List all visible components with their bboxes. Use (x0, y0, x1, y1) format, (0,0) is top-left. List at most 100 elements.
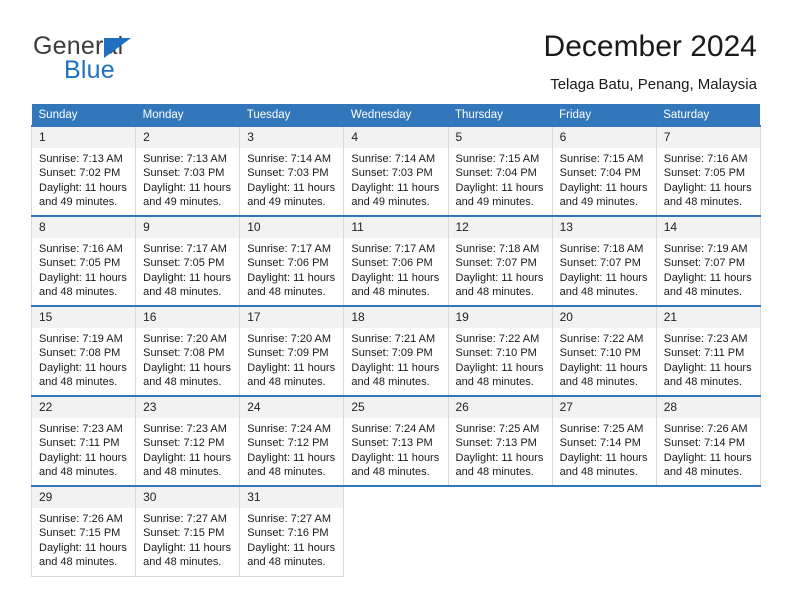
calendar-day-cell[interactable]: 23 Sunrise: 7:23 AM Sunset: 7:12 PM Dayligh… (135, 395, 241, 486)
calendar-day-cell[interactable]: 22 Sunrise: 7:23 AM Sunset: 7:11 PM Dayligh… (30, 395, 137, 486)
daylight-text-line2: and 48 minutes. (559, 285, 638, 298)
day-details: Sunrise: 7:16 AM Sunset: 7:05 PM Daylight:… (32, 238, 135, 299)
day-details: Sunrise: 7:13 AM Sunset: 7:03 PM Daylight:… (136, 148, 239, 209)
sunset-text: Sunset: 7:04 PM (559, 167, 641, 180)
calendar-day-cell[interactable]: 16 Sunrise: 7:20 AM Sunset: 7:08 PM Dayligh… (135, 305, 241, 396)
calendar-day-cell[interactable]: 5 Sunrise: 7:15 AM Sunset: 7:04 PM Daylight… (447, 125, 553, 216)
daylight-text-line1: Daylight: 11 hours (247, 361, 336, 374)
daylight-text-line1: Daylight: 11 hours (351, 181, 440, 194)
day-details: Sunrise: 7:21 AM Sunset: 7:09 PM Daylight:… (344, 328, 447, 389)
weekday-header-monday: Monday (135, 104, 240, 126)
sunrise-text: Sunrise: 7:18 AM (455, 243, 540, 255)
sunset-text: Sunset: 7:05 PM (663, 167, 746, 180)
page-header: General Blue December 2024 Telaga Batu, … (0, 0, 792, 104)
calendar-body: 1 Sunrise: 7:13 AM Sunset: 7:02 PM Daylight… (30, 125, 761, 577)
day-number: 23 (136, 397, 240, 418)
sunset-text: Sunset: 7:05 PM (143, 257, 225, 270)
sunset-text: Sunset: 7:06 PM (351, 257, 433, 270)
sunset-text: Sunset: 7:14 PM (559, 437, 641, 450)
calendar-day-cell[interactable]: 27 Sunrise: 7:25 AM Sunset: 7:14 PM Dayligh… (551, 395, 657, 486)
sunset-text: Sunset: 7:05 PM (39, 257, 121, 270)
day-details: Sunrise: 7:15 AM Sunset: 7:04 PM Daylight:… (553, 148, 656, 209)
sunset-text: Sunset: 7:09 PM (351, 347, 433, 360)
day-number: 15 (32, 307, 136, 328)
calendar-day-cell[interactable]: 26 Sunrise: 7:25 AM Sunset: 7:13 PM Dayligh… (447, 395, 553, 486)
calendar-day-cell-empty (656, 485, 761, 576)
calendar-day-cell[interactable]: 12 Sunrise: 7:18 AM Sunset: 7:07 PM Dayligh… (447, 215, 553, 306)
daylight-text-line1: Daylight: 11 hours (663, 271, 752, 284)
daylight-text-line2: and 48 minutes. (39, 375, 118, 388)
daylight-text-line2: and 48 minutes. (455, 285, 534, 298)
calendar-day-cell[interactable]: 11 Sunrise: 7:17 AM Sunset: 7:06 PM Dayligh… (343, 215, 449, 306)
day-number: 4 (344, 127, 448, 148)
day-details: Sunrise: 7:26 AM Sunset: 7:14 PM Daylight:… (657, 418, 760, 479)
weekday-header-tuesday: Tuesday (239, 104, 344, 126)
daylight-text-line2: and 48 minutes. (351, 465, 430, 478)
sunset-text: Sunset: 7:09 PM (247, 347, 329, 360)
calendar-day-cell[interactable]: 10 Sunrise: 7:17 AM Sunset: 7:06 PM Dayligh… (239, 215, 345, 306)
sunrise-text: Sunrise: 7:15 AM (559, 153, 644, 165)
sunrise-text: Sunrise: 7:21 AM (351, 333, 436, 345)
page-title: December 2024 (543, 30, 757, 63)
calendar-day-cell[interactable]: 6 Sunrise: 7:15 AM Sunset: 7:04 PM Daylight… (551, 125, 657, 216)
calendar-day-cell[interactable]: 25 Sunrise: 7:24 AM Sunset: 7:13 PM Dayligh… (343, 395, 449, 486)
daylight-text-line2: and 49 minutes. (247, 195, 326, 208)
day-number: 12 (448, 217, 552, 238)
calendar-day-cell[interactable]: 9 Sunrise: 7:17 AM Sunset: 7:05 PM Daylight… (135, 215, 241, 306)
daylight-text-line1: Daylight: 11 hours (455, 451, 544, 464)
calendar-day-cell[interactable]: 20 Sunrise: 7:22 AM Sunset: 7:10 PM Dayligh… (551, 305, 657, 396)
general-blue-logo[interactable]: General Blue (33, 32, 233, 88)
calendar-day-cell[interactable]: 14 Sunrise: 7:19 AM Sunset: 7:07 PM Dayligh… (655, 215, 761, 306)
calendar-day-cell[interactable]: 4 Sunrise: 7:14 AM Sunset: 7:03 PM Daylight… (343, 125, 449, 216)
sunrise-text: Sunrise: 7:19 AM (663, 243, 748, 255)
calendar-day-cell[interactable]: 24 Sunrise: 7:24 AM Sunset: 7:12 PM Dayligh… (239, 395, 345, 486)
sunset-text: Sunset: 7:13 PM (351, 437, 433, 450)
calendar-day-cell-empty (552, 485, 657, 576)
calendar-day-cell[interactable]: 19 Sunrise: 7:22 AM Sunset: 7:10 PM Dayligh… (447, 305, 553, 396)
sunrise-text: Sunrise: 7:23 AM (663, 333, 748, 345)
day-details: Sunrise: 7:14 AM Sunset: 7:03 PM Daylight:… (344, 148, 447, 209)
day-number: 11 (344, 217, 448, 238)
sunrise-text: Sunrise: 7:20 AM (247, 333, 332, 345)
calendar-table: Sunday Monday Tuesday Wednesday Thursday… (30, 104, 761, 577)
calendar-day-cell-empty (448, 485, 553, 576)
daylight-text-line2: and 48 minutes. (247, 555, 326, 568)
sunset-text: Sunset: 7:11 PM (663, 347, 745, 360)
sunrise-text: Sunrise: 7:16 AM (663, 153, 748, 165)
calendar-day-cell[interactable]: 15 Sunrise: 7:19 AM Sunset: 7:08 PM Dayligh… (30, 305, 137, 396)
calendar-week-row: 29 Sunrise: 7:26 AM Sunset: 7:15 PM Dayligh… (30, 485, 761, 577)
calendar-day-cell[interactable]: 30 Sunrise: 7:27 AM Sunset: 7:15 PM Dayligh… (135, 485, 241, 577)
daylight-text-line1: Daylight: 11 hours (559, 361, 648, 374)
day-number: 26 (448, 397, 552, 418)
sunset-text: Sunset: 7:14 PM (663, 437, 746, 450)
daylight-text-line2: and 48 minutes. (39, 285, 118, 298)
calendar-day-cell[interactable]: 31 Sunrise: 7:27 AM Sunset: 7:16 PM Dayligh… (239, 485, 345, 577)
day-details: Sunrise: 7:15 AM Sunset: 7:04 PM Daylight:… (449, 148, 552, 209)
daylight-text-line2: and 48 minutes. (351, 285, 430, 298)
calendar-day-cell-empty (343, 485, 448, 576)
calendar-day-cell[interactable]: 17 Sunrise: 7:20 AM Sunset: 7:09 PM Dayligh… (239, 305, 345, 396)
calendar-day-cell[interactable]: 3 Sunrise: 7:14 AM Sunset: 7:03 PM Daylight… (239, 125, 345, 216)
calendar-day-cell[interactable]: 1 Sunrise: 7:13 AM Sunset: 7:02 PM Daylight… (30, 125, 137, 216)
day-number: 2 (136, 127, 240, 148)
day-details: Sunrise: 7:18 AM Sunset: 7:07 PM Daylight:… (449, 238, 552, 299)
calendar-day-cell[interactable]: 18 Sunrise: 7:21 AM Sunset: 7:09 PM Dayligh… (343, 305, 449, 396)
sunrise-text: Sunrise: 7:26 AM (39, 513, 123, 525)
calendar-day-cell[interactable]: 29 Sunrise: 7:26 AM Sunset: 7:15 PM Dayligh… (30, 485, 137, 577)
daylight-text-line1: Daylight: 11 hours (39, 181, 127, 194)
daylight-text-line2: and 48 minutes. (143, 375, 222, 388)
calendar-day-cell[interactable]: 2 Sunrise: 7:13 AM Sunset: 7:03 PM Daylight… (135, 125, 241, 216)
calendar-day-cell[interactable]: 7 Sunrise: 7:16 AM Sunset: 7:05 PM Daylight… (655, 125, 761, 216)
logo-text-blue: Blue (64, 56, 115, 84)
calendar-day-cell[interactable]: 13 Sunrise: 7:18 AM Sunset: 7:07 PM Dayligh… (551, 215, 657, 306)
day-details: Sunrise: 7:19 AM Sunset: 7:08 PM Daylight:… (32, 328, 135, 389)
daylight-text-line2: and 48 minutes. (455, 465, 534, 478)
calendar-day-cell[interactable]: 28 Sunrise: 7:26 AM Sunset: 7:14 PM Dayligh… (655, 395, 761, 486)
sunrise-text: Sunrise: 7:27 AM (247, 513, 332, 525)
daylight-text-line1: Daylight: 11 hours (39, 541, 127, 554)
day-number: 13 (552, 217, 656, 238)
calendar-day-cell[interactable]: 21 Sunrise: 7:23 AM Sunset: 7:11 PM Dayligh… (655, 305, 761, 396)
sunset-text: Sunset: 7:06 PM (247, 257, 329, 270)
calendar-day-cell[interactable]: 8 Sunrise: 7:16 AM Sunset: 7:05 PM Daylight… (30, 215, 137, 306)
sunset-text: Sunset: 7:12 PM (247, 437, 329, 450)
